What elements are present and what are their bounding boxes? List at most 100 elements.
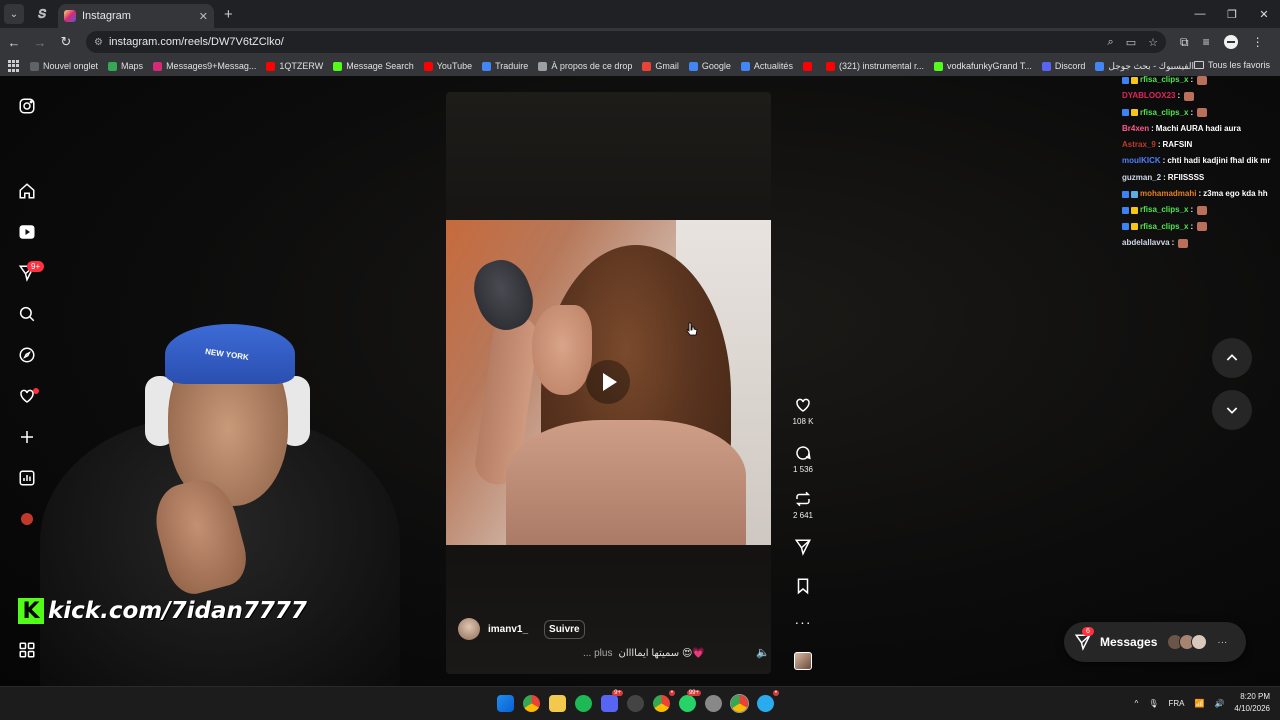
chat-separator: : (1190, 107, 1194, 117)
repost-button[interactable]: 2 641 (783, 490, 823, 520)
bookmark-item[interactable]: Nouvel onglet (30, 61, 98, 72)
chrome-menu-icon[interactable]: ⋮ (1252, 35, 1264, 49)
zoom-icon[interactable]: ⌕ (1108, 36, 1114, 49)
chevron-down-icon (1226, 407, 1238, 414)
discord-icon[interactable]: 9+ (601, 690, 623, 712)
comment-icon (796, 446, 811, 460)
bookmark-item[interactable]: الفيسبوك - بحث جوجل (1095, 61, 1194, 72)
chat-text: Machi AURA hadi aura (1155, 123, 1241, 133)
author-username[interactable]: imanv1_ (488, 624, 528, 635)
back-button[interactable]: ← (2, 30, 26, 54)
chrome-icon[interactable] (523, 695, 540, 712)
home-icon[interactable] (17, 181, 37, 201)
chrome-active-icon[interactable] (730, 694, 749, 713)
chrome-profile-icon[interactable]: • (653, 690, 675, 712)
bookmark-item[interactable]: 1QTZERW (266, 61, 323, 72)
author-avatar[interactable] (458, 618, 480, 640)
chat-separator: : (1162, 156, 1166, 166)
reel-player[interactable]: imanv1_ Suivre ... plus سميتها ايماااان … (446, 92, 771, 674)
bookmark-item[interactable]: Google (688, 61, 731, 72)
chevron-up-icon (1226, 354, 1238, 361)
bookmark-item[interactable] (802, 61, 816, 72)
instagram-logo-icon[interactable] (17, 96, 37, 116)
chat-separator: : (1190, 76, 1194, 84)
bookmark-favicon-icon (642, 61, 652, 71)
spotify-icon[interactable] (575, 695, 592, 712)
all-bookmarks[interactable]: Tous les favoris (1193, 60, 1270, 70)
clock[interactable]: 8:20 PM 4/10/2026 (1234, 691, 1270, 715)
instagram-page: 9+ NEW YORK K kick.com/7idan7777 imanv1_… (0, 76, 1280, 686)
tab-kick[interactable]: 𝑺 (30, 0, 54, 28)
apps-icon[interactable] (8, 60, 20, 72)
wifi-icon[interactable]: 📶 (1194, 699, 1204, 708)
bookmark-label: À propos de ce drop (551, 61, 633, 71)
bookmark-label: Message Search (346, 61, 414, 71)
show-hidden-icons[interactable]: ^ (1135, 699, 1139, 708)
audio-avatar[interactable] (783, 652, 823, 670)
bookmark-favicon-icon (538, 61, 548, 71)
next-reel-button[interactable] (1212, 390, 1252, 430)
save-button[interactable] (783, 577, 823, 595)
telegram-icon[interactable]: • (757, 690, 779, 712)
bookmark-favicon-icon (153, 61, 163, 71)
minimize-button[interactable]: — (1184, 0, 1216, 28)
restore-button[interactable]: ❐ (1216, 0, 1248, 28)
chat-separator: : (1171, 237, 1175, 247)
bookmark-item[interactable]: Actualités (740, 61, 793, 72)
bookmark-item[interactable]: Traduire (482, 61, 528, 72)
chat-message: rfisa_clips_x : (1122, 105, 1280, 121)
bookmark-item[interactable]: (321) instrumental r... (825, 61, 924, 72)
bookmark-favicon-icon (825, 61, 835, 71)
tab-search-button[interactable]: ⌄ (4, 4, 24, 24)
follow-button[interactable]: Suivre (544, 619, 585, 639)
address-bar[interactable]: ⚙ instagram.com/reels/DW7V6tZClko/ ⌕ ▭ ☆ (86, 31, 1166, 53)
microphone-icon[interactable]: 🎙 (1148, 699, 1158, 708)
start-windows-icon[interactable] (497, 695, 514, 712)
messages-label: Messages (1100, 635, 1158, 649)
play-button[interactable] (586, 360, 630, 404)
chat-emote-icon (1184, 91, 1195, 101)
bookmark-item[interactable]: YouTube (423, 61, 472, 72)
reel-video[interactable] (446, 220, 771, 545)
media-icon[interactable]: ≡ (1203, 35, 1210, 49)
comment-button[interactable]: 1 536 (783, 444, 823, 474)
bookmark-item[interactable]: vodkafunkyGrand T... (934, 61, 1032, 72)
chat-emote-icon (1197, 108, 1208, 118)
forward-button[interactable]: → (28, 30, 52, 54)
like-button[interactable]: 108 K (783, 396, 823, 426)
bookmark-item[interactable]: Message Search (333, 61, 414, 72)
whatsapp-icon[interactable]: 99+ (679, 690, 701, 712)
close-tab-icon[interactable]: ✕ (199, 10, 208, 23)
bookmark-item[interactable]: Messages9+Messag... (153, 61, 256, 72)
previous-reel-button[interactable] (1212, 338, 1252, 378)
tab-instagram[interactable]: Instagram ✕ (58, 4, 214, 28)
settings-icon[interactable] (705, 695, 722, 712)
site-info-icon[interactable]: ⚙ (94, 37, 103, 48)
chat-message: DYABLOOX23 : (1122, 88, 1280, 104)
obs-icon[interactable] (627, 695, 644, 712)
bookmark-item[interactable]: Discord (1041, 61, 1085, 72)
close-window-button[interactable]: ✕ (1248, 0, 1280, 28)
new-tab-button[interactable]: + (224, 6, 233, 23)
file-explorer-icon[interactable] (549, 695, 566, 712)
messages-button[interactable]: 6 Messages ··· (1064, 622, 1246, 662)
reels-icon[interactable] (17, 222, 37, 242)
extensions-icon[interactable]: ⧉ (1180, 35, 1189, 50)
chat-badge-icon (1122, 76, 1129, 84)
volume-icon[interactable]: 🔊 (1214, 699, 1224, 708)
language-indicator[interactable]: FRA (1168, 699, 1184, 708)
bookmark-label: Actualités (753, 61, 793, 71)
caption-more-link[interactable]: ... plus (583, 648, 612, 659)
reload-button[interactable]: ↻ (54, 30, 78, 54)
bookmark-label: Gmail (655, 61, 679, 71)
bookmark-star-icon[interactable]: ☆ (1148, 36, 1158, 49)
more-options-icon[interactable]: ··· (783, 614, 823, 630)
profile-avatar[interactable] (1223, 35, 1238, 49)
mute-toggle-icon[interactable]: 🔈 (756, 646, 770, 659)
share-button[interactable] (783, 538, 823, 556)
bookmark-item[interactable]: Gmail (642, 61, 679, 72)
bookmark-item[interactable]: Maps (108, 61, 143, 72)
chat-text: z3ma ego kda hh (1203, 189, 1268, 199)
cast-icon[interactable]: ▭ (1126, 36, 1136, 49)
bookmark-item[interactable]: À propos de ce drop (538, 61, 632, 72)
